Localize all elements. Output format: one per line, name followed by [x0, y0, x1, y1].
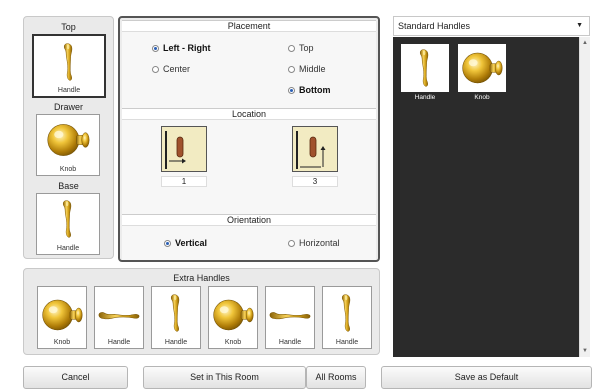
base-handle-tile[interactable]: Handle	[36, 193, 100, 255]
drawer-label: Drawer	[53, 102, 83, 112]
radio-dot	[164, 239, 171, 247]
radio-vertical[interactable]: Vertical	[164, 238, 207, 248]
location-section: Location 1 3	[122, 108, 376, 214]
top-tile-caption: Handle	[57, 87, 81, 94]
dropdown-value: Standard Handles	[398, 21, 471, 31]
extra-handle-tile[interactable]: Handle	[151, 286, 201, 349]
extra-knob-tile[interactable]: Knob	[37, 286, 87, 349]
library-tile-caption: Knob	[474, 94, 490, 101]
radio-top[interactable]: Top	[288, 43, 314, 53]
placement-title: Placement	[122, 20, 376, 32]
radio-middle-label: Middle	[299, 64, 326, 74]
extra-handles-panel: Extra Handles Knob Handle Handle Knob Ha…	[23, 268, 380, 355]
orientation-section: Orientation Vertical Horizontal	[122, 214, 376, 260]
extra-tile-caption: Handle	[335, 339, 359, 346]
location-tile-1[interactable]	[161, 126, 207, 172]
extra-tile-caption: Knob	[53, 339, 71, 346]
top-handle-tile[interactable]: Handle	[32, 34, 106, 98]
radio-bottom-label: Bottom	[299, 85, 331, 95]
extra-tile-caption: Handle	[164, 339, 188, 346]
set-in-room-button[interactable]: Set in This Room	[143, 366, 306, 389]
location-title: Location	[122, 108, 376, 120]
radio-top-label: Top	[299, 43, 314, 53]
horizontal-handle-icon	[97, 309, 141, 323]
location-tile-2[interactable]	[292, 126, 338, 172]
placement-section: Placement Left - Right Top Center Middle…	[122, 20, 376, 108]
handle-icon	[168, 292, 184, 334]
radio-dot	[288, 44, 295, 52]
settings-panel: Placement Left - Right Top Center Middle…	[118, 16, 380, 262]
handle-icon	[60, 198, 76, 240]
radio-vertical-label: Vertical	[175, 238, 208, 248]
chevron-down-icon: ▼	[576, 22, 583, 29]
library-scrollbar[interactable]: ▲ ▼	[579, 37, 590, 357]
knob-icon	[460, 50, 504, 86]
radio-horizontal-label: Horizontal	[299, 238, 340, 248]
extra-handles-title: Extra Handles	[173, 273, 230, 283]
library-knob-tile[interactable]	[458, 44, 506, 92]
handle-icon	[339, 292, 355, 334]
radio-dot	[288, 65, 295, 73]
base-label: Base	[58, 181, 79, 191]
library-tile-caption: Handle	[414, 94, 436, 101]
all-rooms-button[interactable]: All Rooms	[306, 366, 366, 389]
library-handle-tile[interactable]	[401, 44, 449, 92]
scroll-up-icon[interactable]: ▲	[580, 40, 590, 46]
location-value-2: 3	[292, 176, 338, 187]
extra-handle-tile[interactable]: Handle	[94, 286, 144, 349]
radio-dot	[152, 65, 159, 73]
knob-icon	[45, 121, 91, 159]
scroll-down-icon[interactable]: ▼	[580, 348, 590, 354]
orientation-title: Orientation	[122, 214, 376, 226]
horizontal-handle-icon	[268, 309, 312, 323]
knob-icon	[211, 297, 255, 333]
handle-icon	[61, 41, 77, 83]
extra-tile-caption: Handle	[107, 339, 131, 346]
radio-dot	[288, 86, 295, 94]
slot-panel: Top Handle Drawer Knob Base Handle	[23, 16, 114, 259]
radio-middle[interactable]: Middle	[288, 64, 326, 74]
drawer-knob-tile[interactable]: Knob	[36, 114, 100, 176]
extra-tile-caption: Knob	[224, 339, 242, 346]
radio-center-label: Center	[163, 64, 191, 74]
location-value-1: 1	[161, 176, 207, 187]
knob-icon	[40, 297, 84, 333]
extra-handle-tile[interactable]: Handle	[322, 286, 372, 349]
radio-dot	[152, 44, 159, 52]
extra-tile-caption: Handle	[278, 339, 302, 346]
radio-horizontal[interactable]: Horizontal	[288, 238, 340, 248]
radio-dot	[288, 239, 295, 247]
cancel-button[interactable]: Cancel	[23, 366, 128, 389]
extra-knob-tile[interactable]: Knob	[208, 286, 258, 349]
location-diagram-icon	[296, 131, 326, 169]
radio-left-right-label: Left - Right	[163, 43, 211, 53]
base-tile-caption: Handle	[56, 245, 80, 252]
radio-bottom[interactable]: Bottom	[288, 85, 331, 95]
drawer-tile-caption: Knob	[59, 166, 77, 173]
handle-library-list: Handle Knob	[393, 37, 579, 357]
handle-icon	[417, 47, 433, 89]
handle-library-dropdown[interactable]: Standard Handles ▼	[393, 16, 590, 36]
extra-handle-tile[interactable]: Handle	[265, 286, 315, 349]
radio-left-right[interactable]: Left - Right	[152, 43, 211, 53]
radio-center[interactable]: Center	[152, 64, 190, 74]
save-as-default-button[interactable]: Save as Default	[381, 366, 592, 389]
top-label: Top	[61, 22, 76, 32]
location-diagram-icon	[165, 131, 186, 169]
